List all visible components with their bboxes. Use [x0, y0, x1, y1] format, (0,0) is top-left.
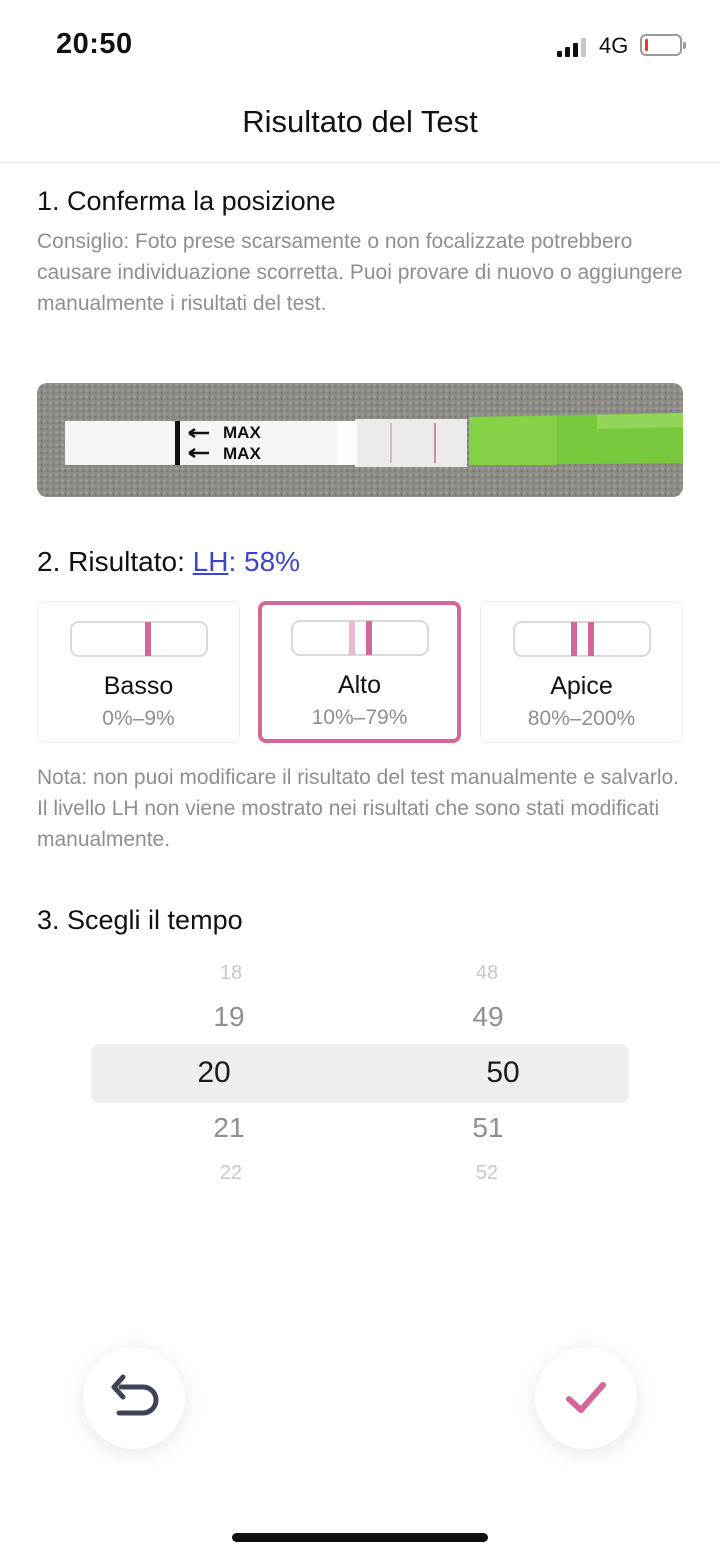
result-title: 2. Risultato: LH: 58%	[37, 546, 300, 578]
home-indicator	[232, 1533, 488, 1542]
minute-option[interactable]: 48	[427, 962, 547, 982]
option-label: Apice	[550, 672, 613, 700]
edit-note: Nota: non puoi modificare il risultato d…	[37, 766, 679, 851]
test-strip-photo: MAX MAX	[37, 383, 683, 497]
hour-option[interactable]: 18	[171, 962, 291, 982]
strip-label-max-2: MAX	[223, 444, 261, 463]
lh-value: : 58%	[228, 546, 301, 577]
hour-option[interactable]: 21	[169, 1112, 289, 1144]
undo-arrow-icon	[111, 1374, 159, 1416]
checkmark-icon	[566, 1382, 606, 1413]
option-apice[interactable]: Apice 80%–200%	[480, 601, 683, 743]
minute-option[interactable]: 49	[428, 1001, 548, 1033]
section-title-position: 1. Conferma la posizione	[37, 186, 336, 216]
status-time: 20:50	[56, 28, 133, 60]
option-range: 0%–9%	[102, 707, 175, 730]
option-label: Alto	[337, 671, 382, 699]
nav-bar: Risultato del Test	[0, 90, 720, 163]
photo-tip: Consiglio: Foto prese scarsamente o non …	[37, 230, 683, 315]
hour-option[interactable]: 22	[171, 1162, 291, 1180]
strip-apice-icon	[513, 621, 651, 657]
lh-link[interactable]: LH	[193, 546, 229, 577]
minute-option[interactable]: 52	[427, 1162, 547, 1180]
section-title-time: 3. Scegli il tempo	[37, 905, 243, 935]
option-basso[interactable]: Basso 0%–9%	[37, 601, 240, 743]
result-title-prefix: 2. Risultato:	[37, 546, 193, 577]
confirm-button[interactable]	[535, 1347, 637, 1449]
option-range: 80%–200%	[527, 707, 636, 730]
option-range: 10%–79%	[311, 706, 408, 729]
signal-icon	[557, 38, 589, 57]
minute-selected[interactable]: 50	[443, 1056, 563, 1090]
hour-selected[interactable]: 20	[154, 1056, 274, 1090]
hour-option[interactable]: 19	[169, 1001, 289, 1033]
strip-alto-icon	[291, 620, 429, 656]
strip-label-max-1: MAX	[223, 423, 261, 442]
page-title: Risultato del Test	[242, 104, 478, 139]
minute-option[interactable]: 51	[428, 1112, 548, 1144]
result-options: Basso 0%–9% Alto 10%–79% Apice 80%–200%	[37, 601, 683, 743]
option-alto[interactable]: Alto 10%–79%	[258, 601, 461, 743]
option-label: Basso	[103, 672, 174, 700]
status-bar: 20:50 4G	[0, 0, 720, 90]
strip-basso-icon	[70, 621, 208, 657]
back-button[interactable]	[83, 1347, 185, 1449]
battery-icon	[640, 34, 686, 56]
time-picker[interactable]: 18 19 20 21 22 48 49 50 51 52	[0, 950, 720, 1200]
network-type: 4G	[599, 33, 629, 58]
